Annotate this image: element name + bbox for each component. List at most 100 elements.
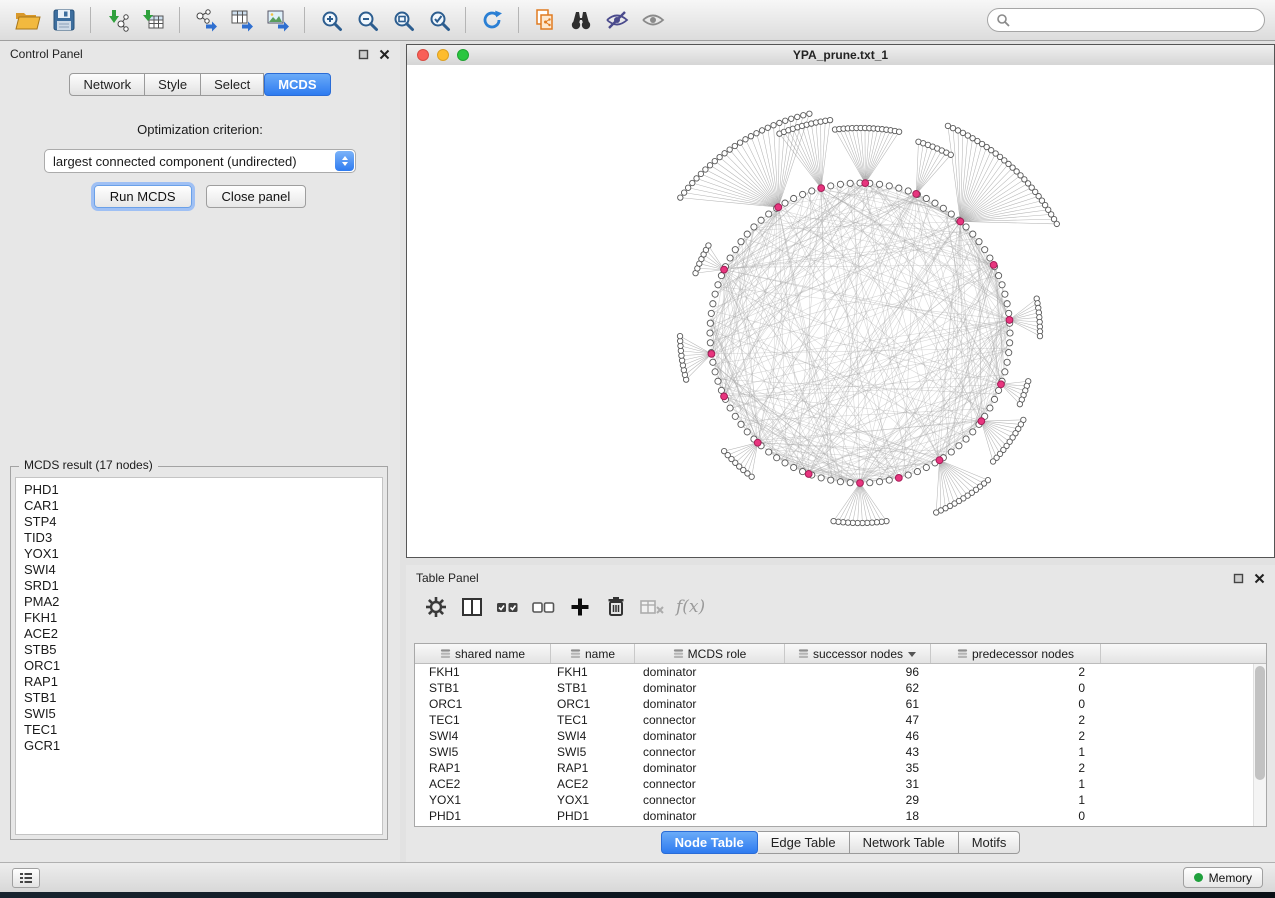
table-row[interactable]: YOX1YOX1connector291 (415, 792, 1266, 808)
zoom-in-button[interactable] (313, 3, 349, 37)
table-row[interactable]: SWI5SWI5connector431 (415, 744, 1266, 760)
table-row[interactable]: SWI4SWI4dominator462 (415, 728, 1266, 744)
table-cell[interactable]: 2 (931, 664, 1101, 680)
search-input[interactable] (1010, 12, 1256, 28)
table-row[interactable]: ORC1ORC1dominator610 (415, 696, 1266, 712)
import-network-button[interactable] (99, 3, 135, 37)
table-row[interactable]: ACE2ACE2connector311 (415, 776, 1266, 792)
mcds-result-item[interactable]: YOX1 (16, 546, 382, 562)
table-cell[interactable]: 0 (931, 808, 1101, 824)
table-cell[interactable]: YOX1 (415, 792, 551, 808)
table-cell[interactable]: 43 (785, 744, 931, 760)
zoom-out-button[interactable] (349, 3, 385, 37)
function-builder-button[interactable]: f(x) (676, 597, 705, 617)
mcds-result-item[interactable]: SWI4 (16, 562, 382, 578)
table-cell[interactable]: 1 (931, 744, 1101, 760)
table-cell[interactable]: 18 (785, 808, 931, 824)
table-cell[interactable]: PHD1 (415, 808, 551, 824)
refresh-button[interactable] (474, 3, 510, 37)
table-row[interactable]: PHD1PHD1dominator180 (415, 808, 1266, 824)
tab-mcds[interactable]: MCDS (264, 73, 330, 96)
table-cell[interactable]: SWI4 (415, 728, 551, 744)
table-cell[interactable]: dominator (635, 728, 785, 744)
mcds-result-item[interactable]: SWI5 (16, 706, 382, 722)
task-history-button[interactable] (12, 868, 40, 888)
table-cell[interactable]: FKH1 (415, 664, 551, 680)
column-header-shared-name[interactable]: shared name (415, 644, 551, 663)
table-cell[interactable]: connector (635, 744, 785, 760)
close-window-icon[interactable] (417, 49, 429, 61)
table-cell[interactable]: 31 (785, 776, 931, 792)
mcds-result-item[interactable]: STB5 (16, 642, 382, 658)
table-cell[interactable]: TEC1 (551, 712, 635, 728)
table-cell[interactable]: dominator (635, 760, 785, 776)
table-cell[interactable]: 1 (931, 776, 1101, 792)
first-neighbors-button[interactable] (563, 3, 599, 37)
show-details-button[interactable] (635, 3, 671, 37)
table-row[interactable]: FKH1FKH1dominator962 (415, 664, 1266, 680)
select-all-button[interactable] (492, 593, 524, 621)
tab-motifs[interactable]: Motifs (959, 831, 1021, 854)
close-panel-icon[interactable] (379, 49, 390, 60)
network-canvas[interactable] (407, 65, 1274, 557)
table-row[interactable]: STB1STB1dominator620 (415, 680, 1266, 696)
mcds-result-item[interactable]: FKH1 (16, 610, 382, 626)
column-header-mcds-role[interactable]: MCDS role (635, 644, 785, 663)
table-cell[interactable]: ORC1 (551, 696, 635, 712)
mcds-result-list[interactable]: PHD1CAR1STP4TID3YOX1SWI4SRD1PMA2FKH1ACE2… (15, 477, 383, 835)
scrollbar-thumb[interactable] (1255, 666, 1265, 780)
tab-style[interactable]: Style (145, 73, 201, 96)
table-cell[interactable]: FKH1 (551, 664, 635, 680)
mcds-result-item[interactable]: TEC1 (16, 722, 382, 738)
table-cell[interactable]: dominator (635, 696, 785, 712)
table-cell[interactable]: dominator (635, 680, 785, 696)
network-graph[interactable] (407, 65, 1274, 558)
table-cell[interactable]: 0 (931, 680, 1101, 696)
mcds-result-item[interactable]: ACE2 (16, 626, 382, 642)
table-cell[interactable]: connector (635, 776, 785, 792)
minimize-window-icon[interactable] (437, 49, 449, 61)
zoom-fit-button[interactable] (385, 3, 421, 37)
table-cell[interactable]: 29 (785, 792, 931, 808)
table-cell[interactable]: 47 (785, 712, 931, 728)
export-network-button[interactable] (188, 3, 224, 37)
tab-node-table[interactable]: Node Table (661, 831, 758, 854)
tab-edge-table[interactable]: Edge Table (758, 831, 850, 854)
tab-select[interactable]: Select (201, 73, 264, 96)
mcds-result-item[interactable]: TID3 (16, 530, 382, 546)
table-cell[interactable]: dominator (635, 808, 785, 824)
float-panel-icon[interactable] (1233, 573, 1244, 584)
delete-column-button[interactable] (600, 593, 632, 621)
export-table-button[interactable] (224, 3, 260, 37)
close-panel-icon[interactable] (1254, 573, 1265, 584)
search-box[interactable] (987, 8, 1265, 32)
save-session-button[interactable] (46, 3, 82, 37)
mcds-result-item[interactable]: ORC1 (16, 658, 382, 674)
column-header-successor-nodes[interactable]: successor nodes (785, 644, 931, 663)
table-scrollbar[interactable] (1253, 664, 1266, 826)
column-header-predecessor-nodes[interactable]: predecessor nodes (931, 644, 1101, 663)
table-cell[interactable]: 61 (785, 696, 931, 712)
memory-button[interactable]: Memory (1183, 867, 1263, 888)
table-settings-button[interactable] (420, 593, 452, 621)
table-cell[interactable]: PHD1 (551, 808, 635, 824)
deselect-all-button[interactable] (528, 593, 560, 621)
table-cell[interactable]: connector (635, 792, 785, 808)
maximize-window-icon[interactable] (457, 49, 469, 61)
table-cell[interactable]: ORC1 (415, 696, 551, 712)
delete-table-button-disabled[interactable] (636, 593, 668, 621)
run-mcds-button[interactable]: Run MCDS (94, 185, 192, 208)
mcds-result-item[interactable]: SRD1 (16, 578, 382, 594)
table-cell[interactable]: SWI5 (415, 744, 551, 760)
float-panel-icon[interactable] (358, 49, 369, 60)
table-cell[interactable]: 2 (931, 760, 1101, 776)
table-row[interactable]: TEC1TEC1connector472 (415, 712, 1266, 728)
table-cell[interactable]: 96 (785, 664, 931, 680)
export-image-button[interactable] (260, 3, 296, 37)
table-cell[interactable]: 46 (785, 728, 931, 744)
table-cell[interactable]: dominator (635, 664, 785, 680)
table-cell[interactable]: 35 (785, 760, 931, 776)
table-cell[interactable]: 2 (931, 728, 1101, 744)
table-cell[interactable]: ACE2 (415, 776, 551, 792)
mcds-result-item[interactable]: STB1 (16, 690, 382, 706)
